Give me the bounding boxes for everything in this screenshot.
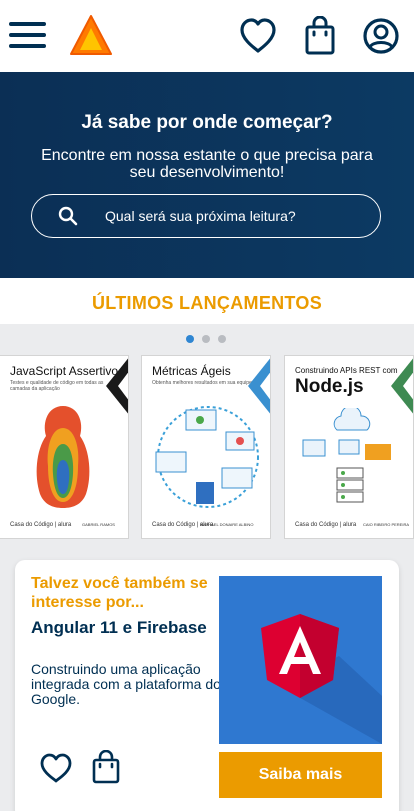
book-title: Construindo APIs REST com — [295, 366, 398, 375]
book-corner-decoration — [106, 358, 128, 414]
heart-icon[interactable] — [39, 752, 73, 784]
book-author: RAPHAEL DONAIRE ALBINO — [200, 522, 254, 527]
learn-more-button[interactable]: Saiba mais — [219, 752, 382, 798]
hamburger-icon[interactable] — [9, 22, 46, 48]
book-title-large: Node.js — [295, 376, 364, 397]
search-placeholder: Qual será sua próxima leitura? — [105, 208, 296, 224]
app-header — [0, 0, 414, 72]
releases-header: ÚLTIMOS LANÇAMENTOS — [0, 278, 414, 324]
book-card[interactable]: Construindo APIs REST com Node.js Casa d… — [284, 355, 414, 539]
book-publisher: Casa do Código | alura — [295, 522, 357, 528]
carousel-dot-3[interactable] — [218, 335, 226, 343]
book-publisher: Casa do Código | alura — [10, 522, 72, 528]
book-subtitle: Obtenha melhores resultados em sua equip… — [152, 380, 252, 386]
hero-subtitle: Encontre em nossa estante o que precisa … — [41, 147, 373, 181]
angular-logo-icon — [261, 614, 382, 744]
matryoshka-illustration — [36, 406, 90, 508]
metrics-illustration — [155, 406, 259, 508]
shopping-bag-icon[interactable] — [91, 750, 121, 784]
server-illustration — [302, 408, 391, 503]
shopping-bag-icon[interactable] — [300, 16, 340, 56]
search-input[interactable]: Qual será sua próxima leitura? — [31, 194, 381, 238]
search-icon — [58, 206, 78, 226]
book-title: JavaScript Assertivo — [10, 364, 119, 378]
suggestion-title: Angular 11 e Firebase — [31, 618, 207, 637]
releases-title: ÚLTIMOS LANÇAMENTOS — [91, 293, 323, 313]
heart-icon[interactable] — [238, 16, 278, 56]
suggestion-kicker: Talvez você também se interesse por... — [31, 575, 208, 611]
user-circle-icon[interactable] — [361, 16, 401, 56]
book-subtitle: Testes e qualidade de código em todas as… — [10, 380, 104, 392]
book-author: CAIO RIBEIRO PEREIRA — [363, 522, 410, 527]
hero-banner: Já sabe por onde começar? Encontre em no… — [0, 72, 414, 278]
suggestion-description: Construindo uma aplicação integrada com … — [31, 661, 221, 707]
suggestion-book-cover[interactable] — [219, 576, 382, 744]
book-corner-decoration — [391, 358, 413, 414]
book-card[interactable]: Métricas Ágeis Obtenha melhores resultad… — [141, 355, 271, 539]
book-card[interactable]: JavaScript Assertivo Testes e qualidade … — [0, 355, 129, 539]
carousel-dots — [0, 333, 414, 345]
suggestion-card: Talvez você também se interesse por... A… — [15, 560, 399, 811]
book-author: GABRIEL RAMOS — [82, 522, 115, 527]
triangle-logo-icon[interactable] — [70, 14, 112, 56]
book-title: Métricas Ágeis — [152, 364, 231, 378]
hero-title: Já sabe por onde começar? — [81, 112, 333, 133]
carousel-dot-1[interactable] — [186, 335, 194, 343]
carousel-dot-2[interactable] — [202, 335, 210, 343]
